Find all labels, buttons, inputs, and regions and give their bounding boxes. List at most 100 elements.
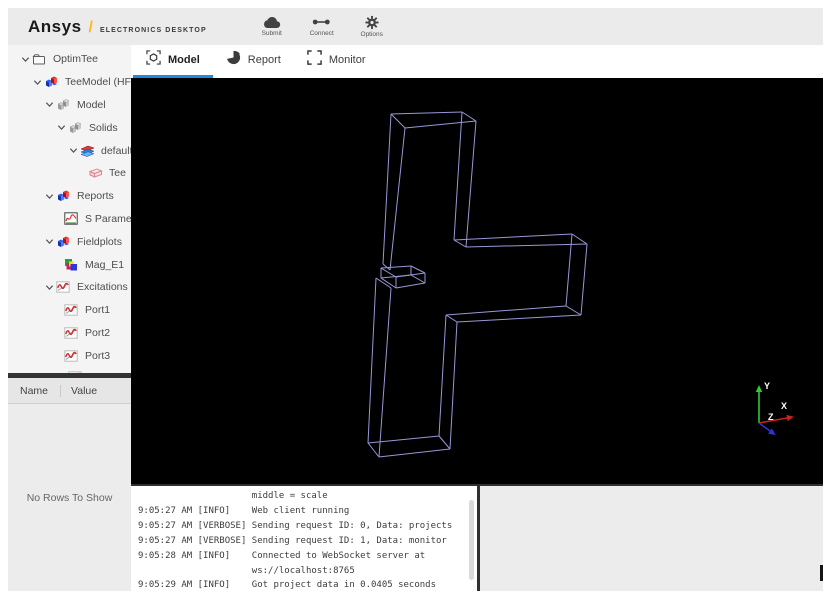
- properties-header: Name Value: [8, 378, 131, 404]
- schart-icon: [64, 212, 79, 226]
- connect-button[interactable]: Connect: [305, 15, 339, 38]
- logo-slash-icon: /: [88, 18, 93, 36]
- tree-item-mag-e1[interactable]: Mag_E1: [8, 253, 131, 276]
- console-scrollbar[interactable]: [469, 500, 474, 580]
- chevron-down-icon[interactable]: [66, 146, 80, 156]
- console-line: 9:05:27 AM [VERBOSE] Sending request ID:…: [138, 535, 447, 546]
- wave-icon: [64, 303, 79, 317]
- hfss-icon: [44, 75, 59, 89]
- action-label: Connect: [309, 30, 334, 37]
- folder-icon: [32, 52, 47, 66]
- cloud-upload-icon: [262, 15, 281, 29]
- app-root: Ansys / ELECTRONICS DESKTOP Submit Connec…: [0, 0, 829, 596]
- tree-item-label: Port3: [85, 349, 111, 362]
- tree-item-label: Fieldplots: [77, 235, 122, 248]
- action-label: Submit: [261, 30, 282, 37]
- boxes-icon: [56, 98, 71, 112]
- magplot-icon: [64, 258, 79, 272]
- app-header: Ansys / ELECTRONICS DESKTOP Submit Connec…: [8, 8, 823, 45]
- submit-button[interactable]: Submit: [255, 15, 289, 38]
- tree-item-port3[interactable]: Port3: [8, 344, 131, 367]
- tab-report[interactable]: Report: [213, 45, 294, 78]
- tab-monitor[interactable]: Monitor: [294, 45, 379, 78]
- column-header-value[interactable]: Value: [61, 385, 97, 397]
- header-actions: Submit Connect Options: [255, 15, 389, 38]
- tab-label: Model: [168, 54, 200, 66]
- tree-item-port1[interactable]: Port1: [8, 299, 131, 322]
- tree-item-solids[interactable]: Solids: [8, 116, 131, 139]
- tab-label: Report: [247, 54, 281, 66]
- axis-triad: Y XZ: [755, 381, 794, 436]
- chevron-down-icon[interactable]: [42, 282, 56, 292]
- tree-item-label: Tee: [109, 167, 126, 180]
- tree-item-label: Model: [77, 98, 106, 111]
- bottom-panels: middle = scale 9:05:27 AM [INFO] Web clie…: [131, 484, 823, 591]
- project-tree: OptimTee TeeModel (HFSS) Model Solids defaul…: [8, 45, 131, 373]
- chevron-down-icon[interactable]: [42, 100, 56, 110]
- console-line: 9:05:29 AM [INFO] Got project data in 0.…: [138, 580, 437, 591]
- axis-label-y: Y: [764, 381, 770, 391]
- action-label: Options: [360, 31, 383, 38]
- teebox-icon: [88, 166, 103, 180]
- tree-item-label: OptimTee: [53, 53, 98, 66]
- model-3d-icon: [146, 50, 161, 70]
- tree-item-excitations[interactable]: Excitations: [8, 276, 131, 299]
- wave-icon: [64, 326, 79, 340]
- no-rows-message: No Rows To Show: [26, 491, 113, 504]
- tree-item-label: default: [101, 144, 131, 157]
- chevron-down-icon[interactable]: [42, 237, 56, 247]
- tree-item-port2[interactable]: Port2: [8, 322, 131, 345]
- wave-icon: [64, 349, 79, 363]
- console-line: 9:05:27 AM [INFO] Web client running: [138, 505, 350, 516]
- console-line: ws://localhost:8765: [138, 565, 355, 576]
- tree-item-model[interactable]: Model: [8, 94, 131, 117]
- axis-label-x: X: [781, 401, 787, 411]
- ansys-logo: Ansys / ELECTRONICS DESKTOP: [28, 17, 207, 37]
- log-console: middle = scale 9:05:27 AM [INFO] Web clie…: [131, 484, 480, 591]
- console-line: middle = scale: [138, 491, 328, 501]
- model-viewport[interactable]: Y XZ: [131, 78, 823, 484]
- tab-label: Monitor: [328, 54, 366, 66]
- console-lines: middle = scale 9:05:27 AM [INFO] Web clie…: [131, 486, 477, 591]
- tree-item-label: S Parameters: [85, 212, 131, 225]
- tab-bar: Model Report Monitor: [131, 45, 823, 78]
- tee-wireframe: [367, 111, 588, 458]
- tree-item-fieldplots[interactable]: Fieldplots: [8, 230, 131, 253]
- tree-item-optimtee[interactable]: OptimTee: [8, 48, 131, 71]
- panel-scrollbar-fragment[interactable]: [820, 565, 823, 581]
- tree-item-label: Port1: [85, 304, 111, 317]
- monitor-brackets-icon: [307, 50, 322, 70]
- tab-model[interactable]: Model: [133, 45, 213, 78]
- pie-chart-icon: [226, 50, 241, 70]
- tree-item-label: Port2: [85, 326, 111, 339]
- secondary-panel: [480, 484, 823, 591]
- options-button[interactable]: Options: [355, 15, 389, 38]
- tree-item-reports[interactable]: Reports: [8, 185, 131, 208]
- tree-item-label: TeeModel (HFSS): [65, 76, 131, 89]
- chevron-down-icon[interactable]: [18, 54, 32, 64]
- product-name: ELECTRONICS DESKTOP: [99, 26, 207, 34]
- console-line: 9:05:27 AM [VERBOSE] Sending request ID:…: [138, 520, 453, 531]
- hfss-icon: [56, 235, 71, 249]
- chevron-down-icon[interactable]: [54, 123, 68, 133]
- layers-icon: [80, 144, 95, 158]
- chevron-down-icon[interactable]: [30, 77, 44, 87]
- hfss-icon: [56, 189, 71, 203]
- tree-item-label: Excitations: [77, 281, 128, 294]
- tree-item-default[interactable]: default: [8, 139, 131, 162]
- tree-item-tee[interactable]: Tee: [8, 162, 131, 185]
- wave-icon: [56, 280, 71, 294]
- axis-label-z: Z: [768, 412, 774, 422]
- main-area: Model Report Monitor Y XZ middle = scale 9:0…: [131, 45, 823, 591]
- chevron-down-icon[interactable]: [42, 191, 56, 201]
- tree-item-s-parameters[interactable]: S Parameters: [8, 208, 131, 231]
- console-line: 9:05:28 AM [INFO] Connected to WebSocket…: [138, 550, 426, 561]
- column-header-name[interactable]: Name: [8, 385, 60, 397]
- tree-item-label: Mag_E1: [85, 258, 125, 271]
- gear-icon: [364, 15, 380, 30]
- tree-item-label: Reports: [77, 190, 114, 203]
- tree-item-teemodel-hfss-[interactable]: TeeModel (HFSS): [8, 71, 131, 94]
- sidebar: OptimTee TeeModel (HFSS) Model Solids defaul…: [8, 45, 131, 591]
- properties-body: No Rows To Show: [8, 404, 131, 591]
- tree-item-label: Solids: [89, 121, 118, 134]
